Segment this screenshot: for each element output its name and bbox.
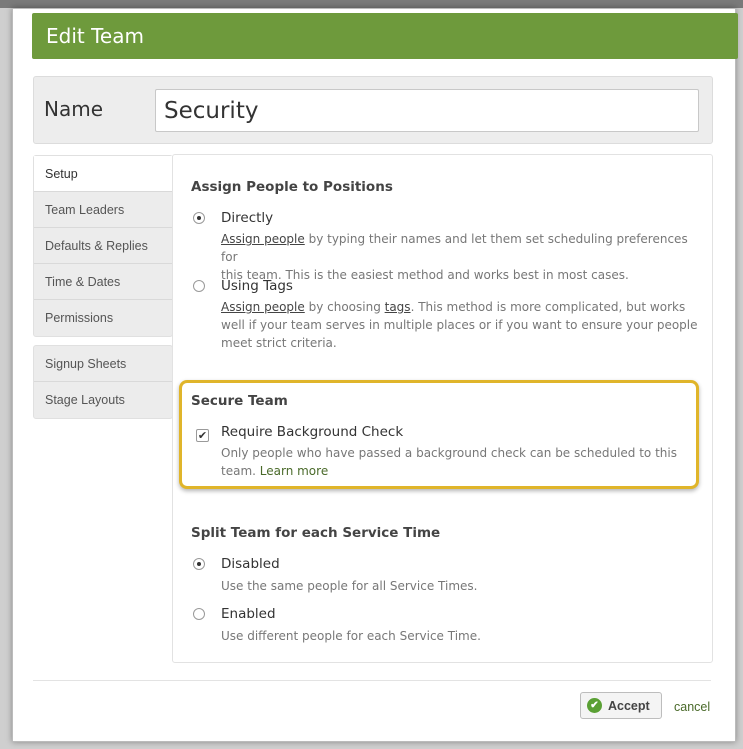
accept-button[interactable]: ✔ Accept	[580, 692, 662, 719]
nav-item-team-leaders[interactable]: Team Leaders	[34, 192, 172, 228]
check-circle-icon: ✔	[587, 698, 602, 713]
assign-people-link[interactable]: Assign people	[221, 232, 305, 246]
tags-desc-line2: well if your team serves in multiple pla…	[221, 318, 698, 332]
tags-desc-rest: . This method is more complicated, but w…	[410, 300, 686, 314]
accept-label: Accept	[608, 699, 650, 713]
nav-item-permissions[interactable]: Permissions	[34, 300, 172, 336]
learn-more-link[interactable]: Learn more	[260, 464, 328, 478]
nav-group-secondary: Signup Sheets Stage Layouts	[33, 345, 173, 419]
nav-item-setup[interactable]: Setup	[34, 156, 172, 192]
nav-item-defaults-replies[interactable]: Defaults & Replies	[34, 228, 172, 264]
tags-desc-line3: meet strict criteria.	[221, 336, 337, 350]
team-name-input[interactable]	[155, 89, 699, 132]
secure-team-title: Secure Team	[191, 393, 288, 409]
dialog-title: Edit Team	[32, 13, 738, 59]
directly-radio[interactable]	[193, 212, 205, 224]
nav-group-main: Setup Team Leaders Defaults & Replies Ti…	[33, 155, 173, 337]
nav-item-signup-sheets[interactable]: Signup Sheets	[34, 346, 172, 382]
footer-divider	[33, 680, 711, 681]
secure-team-highlight: Secure Team ✔ Require Background Check O…	[179, 380, 699, 489]
split-disabled-label: Disabled	[221, 556, 280, 572]
directly-description: Assign people by typing their names and …	[221, 230, 701, 284]
tags-link[interactable]: tags	[385, 300, 411, 314]
nav-item-time-dates[interactable]: Time & Dates	[34, 264, 172, 300]
assign-section-title: Assign People to Positions	[191, 179, 393, 195]
cancel-link[interactable]: cancel	[674, 700, 710, 714]
side-nav: Setup Team Leaders Defaults & Replies Ti…	[33, 155, 173, 427]
secure-desc-line2: team.	[221, 464, 260, 478]
split-enabled-description: Use different people for each Service Ti…	[221, 629, 481, 643]
split-disabled-radio[interactable]	[193, 558, 205, 570]
name-panel: Name	[33, 76, 713, 144]
directly-label: Directly	[221, 210, 274, 226]
split-enabled-radio[interactable]	[193, 608, 205, 620]
split-disabled-description: Use the same people for all Service Time…	[221, 579, 478, 593]
assign-people-tags-link[interactable]: Assign people	[221, 300, 305, 314]
setup-content-panel: Assign People to Positions Directly Assi…	[172, 154, 713, 663]
using-tags-label: Using Tags	[221, 278, 293, 294]
split-enabled-label: Enabled	[221, 606, 276, 622]
require-background-check-checkbox[interactable]: ✔	[196, 429, 209, 442]
tags-desc-mid: by choosing	[304, 300, 385, 314]
secure-desc-line1: Only people who have passed a background…	[221, 446, 677, 460]
using-tags-description: Assign people by choosing tags. This met…	[221, 298, 701, 352]
require-background-check-label: Require Background Check	[221, 424, 404, 440]
background-app-strip	[0, 0, 743, 8]
edit-team-dialog: Edit Team Name Setup Team Leaders Defaul…	[12, 8, 738, 742]
name-label: Name	[44, 97, 104, 121]
nav-item-stage-layouts[interactable]: Stage Layouts	[34, 382, 172, 418]
secure-team-description: Only people who have passed a background…	[221, 444, 691, 480]
using-tags-radio[interactable]	[193, 280, 205, 292]
split-section-title: Split Team for each Service Time	[191, 525, 441, 541]
